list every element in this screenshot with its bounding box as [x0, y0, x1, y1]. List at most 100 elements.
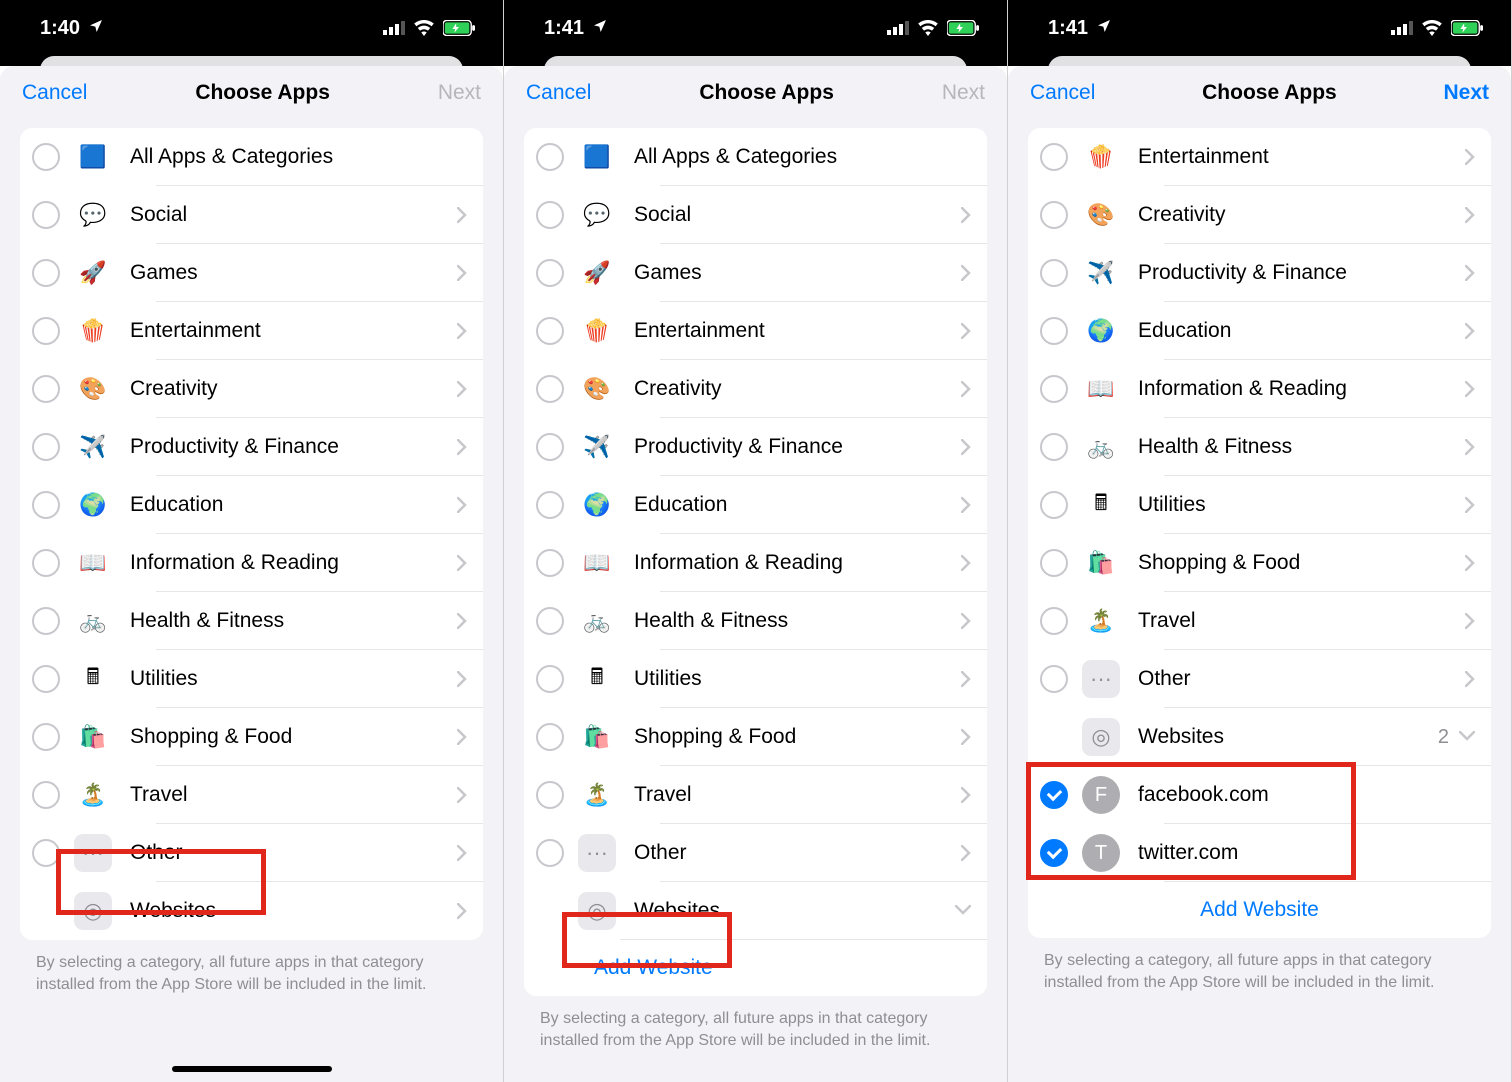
row-label: Websites [1138, 725, 1438, 749]
row-prod-finance[interactable]: ✈️Productivity & Finance [524, 418, 987, 476]
radio-unchecked[interactable] [1040, 433, 1068, 461]
row-label: Utilities [1138, 493, 1465, 517]
row-education[interactable]: 🌍Education [524, 476, 987, 534]
row-social[interactable]: 💬Social [524, 186, 987, 244]
radio-unchecked[interactable] [1040, 375, 1068, 403]
row-entertainment[interactable]: 🍿Entertainment [1028, 128, 1491, 186]
row-travel[interactable]: 🏝️Travel [1028, 592, 1491, 650]
radio-unchecked[interactable] [536, 433, 564, 461]
row-entertainment[interactable]: 🍿Entertainment [524, 302, 987, 360]
radio-unchecked[interactable] [1040, 549, 1068, 577]
chevron-right-icon [961, 439, 971, 455]
radio-unchecked[interactable] [32, 549, 60, 577]
row-creativity[interactable]: 🎨 Creativity [20, 360, 483, 418]
row-label: Websites [634, 899, 955, 923]
row-education[interactable]: 🌍Education [1028, 302, 1491, 360]
radio-unchecked[interactable] [1040, 259, 1068, 287]
row-travel[interactable]: 🏝️ Travel [20, 766, 483, 824]
radio-unchecked[interactable] [1040, 143, 1068, 171]
cancel-button[interactable]: Cancel [22, 81, 87, 105]
row-entertainment[interactable]: 🍿 Entertainment [20, 302, 483, 360]
radio-unchecked[interactable] [32, 143, 60, 171]
radio-unchecked[interactable] [536, 839, 564, 867]
radio-unchecked[interactable] [32, 201, 60, 229]
row-utilities[interactable]: 🖩 Utilities [20, 650, 483, 708]
row-prod-finance[interactable]: ✈️ Productivity & Finance [20, 418, 483, 476]
row-all-apps[interactable]: 🟦All Apps & Categories [524, 128, 987, 186]
row-other[interactable]: ··· Other [20, 824, 483, 882]
signal-icon [887, 21, 909, 35]
row-creativity[interactable]: 🎨Creativity [1028, 186, 1491, 244]
radio-unchecked[interactable] [1040, 665, 1068, 693]
row-games[interactable]: 🚀Games [524, 244, 987, 302]
cancel-button[interactable]: Cancel [526, 81, 591, 105]
radio-unchecked[interactable] [32, 317, 60, 345]
cancel-button[interactable]: Cancel [1030, 81, 1095, 105]
row-label: Other [130, 841, 457, 865]
radio-checked[interactable] [1040, 839, 1068, 867]
chevron-right-icon [961, 381, 971, 397]
row-info-reading[interactable]: 📖Information & Reading [1028, 360, 1491, 418]
radio-unchecked[interactable] [536, 607, 564, 635]
radio-unchecked[interactable] [536, 781, 564, 809]
row-label: Productivity & Finance [1138, 261, 1465, 285]
row-other[interactable]: ···Other [1028, 650, 1491, 708]
next-button[interactable]: Next [1443, 81, 1489, 105]
radio-unchecked[interactable] [1040, 607, 1068, 635]
radio-unchecked[interactable] [536, 259, 564, 287]
radio-unchecked[interactable] [32, 723, 60, 751]
radio-unchecked[interactable] [32, 839, 60, 867]
row-travel[interactable]: 🏝️Travel [524, 766, 987, 824]
row-utilities[interactable]: 🖩Utilities [1028, 476, 1491, 534]
row-all-apps[interactable]: 🟦 All Apps & Categories [20, 128, 483, 186]
radio-unchecked[interactable] [1040, 201, 1068, 229]
home-indicator[interactable] [172, 1066, 332, 1072]
row-other[interactable]: ···Other [524, 824, 987, 882]
radio-checked[interactable] [1040, 781, 1068, 809]
radio-unchecked[interactable] [1040, 317, 1068, 345]
radio-unchecked[interactable] [32, 433, 60, 461]
row-health-fitness[interactable]: 🚲Health & Fitness [1028, 418, 1491, 476]
row-shopping-food[interactable]: 🛍️Shopping & Food [1028, 534, 1491, 592]
radio-unchecked[interactable] [536, 317, 564, 345]
row-shopping-food[interactable]: 🛍️Shopping & Food [524, 708, 987, 766]
add-website-button[interactable]: Add Website [524, 940, 987, 996]
radio-unchecked[interactable] [536, 549, 564, 577]
next-button[interactable]: Next [438, 81, 481, 105]
row-prod-finance[interactable]: ✈️Productivity & Finance [1028, 244, 1491, 302]
radio-unchecked[interactable] [32, 259, 60, 287]
row-shopping-food[interactable]: 🛍️ Shopping & Food [20, 708, 483, 766]
row-info-reading[interactable]: 📖 Information & Reading [20, 534, 483, 592]
row-education[interactable]: 🌍 Education [20, 476, 483, 534]
next-button[interactable]: Next [942, 81, 985, 105]
radio-unchecked[interactable] [1040, 491, 1068, 519]
add-website-button[interactable]: Add Website [1028, 882, 1491, 938]
row-utilities[interactable]: 🖩Utilities [524, 650, 987, 708]
radio-unchecked[interactable] [536, 491, 564, 519]
radio-unchecked[interactable] [536, 665, 564, 693]
radio-unchecked[interactable] [536, 375, 564, 403]
radio-unchecked[interactable] [32, 781, 60, 809]
row-websites[interactable]: ◎ Websites 2 [1028, 708, 1491, 766]
page-title: Choose Apps [1202, 81, 1337, 105]
signal-icon [1391, 21, 1413, 35]
row-info-reading[interactable]: 📖Information & Reading [524, 534, 987, 592]
radio-unchecked[interactable] [536, 201, 564, 229]
radio-unchecked[interactable] [536, 143, 564, 171]
radio-unchecked[interactable] [32, 375, 60, 403]
radio-unchecked[interactable] [536, 723, 564, 751]
row-websites[interactable]: ◎ Websites [524, 882, 987, 940]
footer-note: By selecting a category, all future apps… [504, 996, 1007, 1051]
radio-unchecked[interactable] [32, 665, 60, 693]
website-row-twitter[interactable]: T twitter.com [1028, 824, 1491, 882]
row-social[interactable]: 💬 Social [20, 186, 483, 244]
category-list: 🟦 All Apps & Categories 💬 Social 🚀 Games [20, 128, 483, 940]
row-creativity[interactable]: 🎨Creativity [524, 360, 987, 418]
radio-unchecked[interactable] [32, 491, 60, 519]
row-health-fitness[interactable]: 🚲Health & Fitness [524, 592, 987, 650]
row-games[interactable]: 🚀 Games [20, 244, 483, 302]
row-websites[interactable]: ◎ Websites [20, 882, 483, 940]
row-health-fitness[interactable]: 🚲 Health & Fitness [20, 592, 483, 650]
radio-unchecked[interactable] [32, 607, 60, 635]
website-row-facebook[interactable]: F facebook.com [1028, 766, 1491, 824]
